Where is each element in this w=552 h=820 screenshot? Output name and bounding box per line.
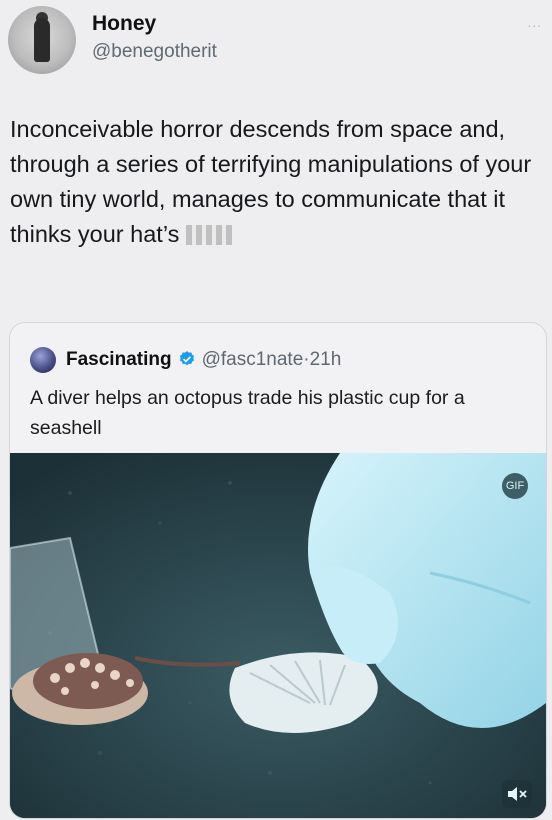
octopus-diver-scene	[10, 453, 546, 818]
quoted-time[interactable]: 21h	[310, 349, 342, 370]
author-name[interactable]: Honey	[92, 12, 156, 36]
quoted-author-handle[interactable]: @fasc1nate	[202, 349, 304, 370]
author-handle[interactable]: @benegotherit	[92, 41, 217, 63]
gif-badge-icon[interactable]: GIF	[502, 473, 528, 499]
more-options-icon[interactable]: ...	[527, 14, 542, 30]
speaker-muted-icon	[508, 787, 527, 801]
verified-badge-icon	[179, 351, 194, 366]
tweet-body: Inconceivable horror descends from space…	[10, 116, 532, 247]
avatar-figure	[34, 18, 50, 62]
quoted-tweet-header: Fascinating @fasc1nate·21h	[66, 349, 341, 371]
quoted-media-video[interactable]: GIF	[10, 453, 546, 818]
censored-word	[185, 225, 232, 245]
quoted-tweet-text: A diver helps an octopus trade his plast…	[30, 387, 465, 439]
quoted-tweet-card[interactable]: Fascinating @fasc1nate·21h A diver helps …	[9, 322, 547, 819]
quoted-author-name[interactable]: Fascinating	[66, 349, 172, 370]
author-avatar[interactable]	[8, 6, 76, 74]
mute-icon[interactable]	[502, 780, 532, 808]
quoted-author-avatar[interactable]	[30, 347, 56, 373]
tweet-text: Inconceivable horror descends from space…	[10, 112, 540, 252]
